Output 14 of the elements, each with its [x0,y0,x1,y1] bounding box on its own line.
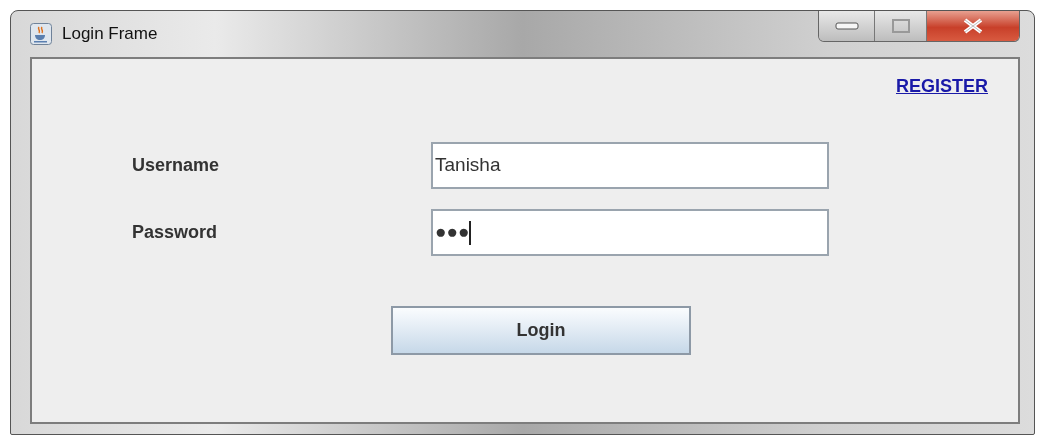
field-label: Password [132,221,219,244]
input-field[interactable]: Tanisha [431,142,829,189]
maximize-button[interactable] [875,11,927,41]
coffee-cup-icon [30,23,52,45]
maximize-icon [891,19,910,33]
close-icon [962,18,984,34]
register-link[interactable]: REGISTER [896,73,988,100]
login-button[interactable]: Login [391,306,691,355]
close-button[interactable] [927,11,1019,41]
window-title: Login Frame [62,23,158,46]
field-label: Username [132,154,221,177]
input-field[interactable]: ●●● [431,209,829,256]
minimize-icon [834,22,859,30]
minimize-button[interactable] [819,11,875,41]
